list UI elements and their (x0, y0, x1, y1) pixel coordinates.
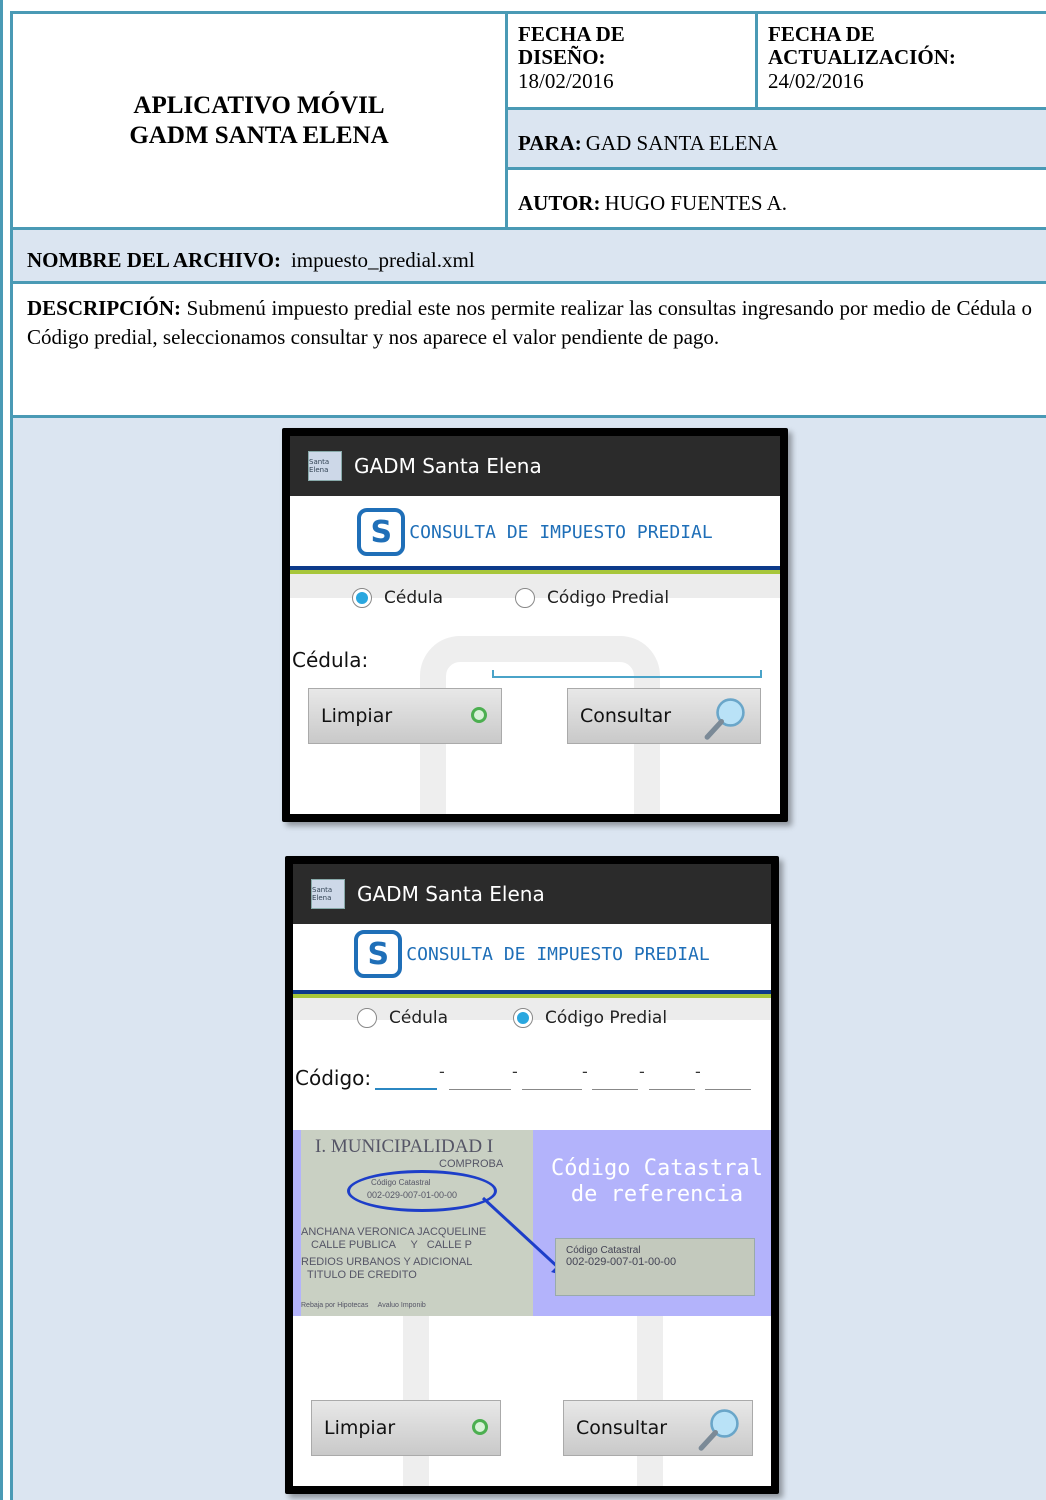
consultar-button[interactable]: Consultar (563, 1400, 753, 1456)
radio-codigo-predial[interactable]: Código Predial (515, 588, 669, 608)
doc-name: ANCHANA VERONICA JACQUELINE (301, 1226, 487, 1238)
codigo-segment-6[interactable] (705, 1080, 751, 1090)
para-cell: PARA: GAD SANTA ELENA (505, 107, 1046, 170)
app-screen: Santa Elena GADM Santa Elena S CONSULTA … (290, 436, 780, 814)
design-date-label-1: FECHA DE (518, 22, 625, 46)
refresh-icon (471, 707, 487, 723)
codigo-segment-3[interactable] (522, 1080, 582, 1090)
app-title: GADM Santa Elena (354, 454, 542, 478)
codigo-segment-4[interactable] (592, 1080, 638, 1090)
codigo-separator: - (512, 1062, 518, 1081)
title-line-1: APLICATIVO MÓVIL (133, 91, 385, 119)
search-mode-radios: Cédula Código Predial (293, 1003, 771, 1033)
consultar-button-label: Consultar (576, 1417, 668, 1439)
codigo-separator: - (439, 1062, 445, 1081)
radio-codigo-label: Código Predial (545, 1008, 668, 1028)
refresh-icon (472, 1419, 488, 1435)
banner-text: CONSULTA DE IMPUESTO PREDIAL (406, 943, 710, 965)
s-logo-icon: S (357, 508, 406, 556)
banner-stripe (293, 990, 771, 998)
reference-title-line-2: de referencia (570, 1182, 744, 1207)
doc-street: CALLE PUBLICA Y CALLE P (311, 1239, 473, 1251)
radio-cedula-label: Cédula (384, 588, 444, 608)
description-paragraph: DESCRIPCIÓN: Submenú impuesto predial es… (27, 294, 1032, 352)
para-label: PARA: (518, 131, 582, 155)
description-cell: DESCRIPCIÓN: Submenú impuesto predial es… (10, 281, 1046, 418)
consulta-banner: S CONSULTA DE IMPUESTO PREDIAL (293, 922, 771, 986)
doc-subheading: COMPROBA (439, 1158, 504, 1170)
filename-value: impuesto_predial.xml (290, 248, 475, 272)
codigo-segment-2[interactable] (449, 1080, 511, 1090)
update-date-label-1: FECHA DE (768, 22, 875, 46)
para-value: GAD SANTA ELENA (585, 131, 778, 155)
autor-label: AUTOR: (518, 191, 601, 215)
design-date-label-2: DISEÑO: (518, 45, 606, 69)
design-date-cell: FECHA DE DISEÑO: 18/02/2016 (505, 11, 758, 110)
update-date-label-2: ACTUALIZACIÓN: (768, 45, 956, 69)
update-date-cell: FECHA DE ACTUALIZACIÓN: 24/02/2016 (755, 11, 1046, 110)
s-logo-icon: S (354, 930, 403, 978)
app-screen: Santa Elena GADM Santa Elena S CONSULTA … (293, 864, 771, 1486)
banner-stripe (290, 566, 780, 574)
consultar-button[interactable]: Consultar (567, 688, 761, 744)
snippet-label: Código Catastral (566, 1245, 641, 1256)
magnifier-icon (704, 698, 745, 740)
title-line-2: GADM SANTA ELENA (129, 121, 389, 149)
reference-title-line-1: Código Catastral (551, 1156, 763, 1181)
codigo-field-label: Código: (295, 1066, 372, 1090)
consultar-button-label: Consultar (580, 705, 672, 727)
filename-cell: NOMBRE DEL ARCHIVO: impuesto_predial.xml (10, 227, 1046, 284)
autor-cell: AUTOR: HUGO FUENTES A. (505, 167, 1046, 230)
cedula-input[interactable] (492, 668, 762, 678)
document-sheet: APLICATIVO MÓVIL GADM SANTA ELENA FECHA … (0, 0, 1046, 1500)
app-icon: Santa Elena (311, 879, 345, 909)
doc-footer: Rebaja por Hipotecas Avaluo Imponib (301, 1302, 426, 1309)
app-bar: Santa Elena GADM Santa Elena (290, 436, 780, 496)
codigo-separator: - (695, 1062, 701, 1081)
consulta-banner: S CONSULTA DE IMPUESTO PREDIAL (290, 500, 780, 564)
description-label: DESCRIPCIÓN: (27, 296, 182, 320)
update-date-value: 24/02/2016 (768, 69, 864, 93)
radio-selected-icon (352, 588, 372, 608)
app-icon: Santa Elena (308, 451, 342, 481)
codigo-segment-1[interactable] (375, 1080, 437, 1090)
banner-text: CONSULTA DE IMPUESTO PREDIAL (409, 521, 713, 543)
radio-unselected-icon (357, 1008, 377, 1028)
clear-button-label: Limpiar (321, 705, 393, 727)
codigo-catastral-reference-image: I. MUNICIPALIDAD I COMPROBA Código Catas… (293, 1130, 771, 1316)
app-bar: Santa Elena GADM Santa Elena (293, 864, 771, 924)
app-title: GADM Santa Elena (357, 882, 545, 906)
cedula-field-label: Cédula: (292, 648, 369, 672)
radio-selected-icon (513, 1008, 533, 1028)
document-title: APLICATIVO MÓVIL GADM SANTA ELENA (10, 11, 508, 230)
codigo-separator: - (639, 1062, 645, 1081)
doc-code: 002-029-007-01-00-00 (367, 1190, 458, 1200)
clear-button[interactable]: Limpiar (308, 688, 502, 744)
codigo-segment-5[interactable] (649, 1080, 695, 1090)
clear-button-label: Limpiar (324, 1417, 396, 1439)
radio-unselected-icon (515, 588, 535, 608)
radio-cedula[interactable]: Cédula (352, 588, 443, 608)
doc-line-4: TITULO DE CREDITO (307, 1269, 417, 1281)
radio-codigo-label: Código Predial (547, 588, 670, 608)
radio-cedula[interactable]: Cédula (357, 1008, 448, 1028)
radio-cedula-label: Cédula (389, 1008, 449, 1028)
reference-title: Código Catastral de referencia (541, 1156, 771, 1208)
doc-line-3: REDIOS URBANOS Y ADICIONAL (301, 1256, 473, 1268)
design-date-value: 18/02/2016 (518, 69, 614, 93)
clear-button[interactable]: Limpiar (311, 1400, 501, 1456)
autor-value: HUGO FUENTES A. (604, 191, 788, 215)
phone-screenshot-cedula: Santa Elena GADM Santa Elena S CONSULTA … (282, 428, 788, 822)
reference-code-snippet: Código Catastral 002-029-007-01-00-00 (555, 1238, 755, 1296)
doc-heading: I. MUNICIPALIDAD I (315, 1136, 494, 1157)
codigo-separator: - (582, 1062, 588, 1081)
magnifier-icon (698, 1409, 739, 1451)
radio-codigo-predial[interactable]: Código Predial (513, 1008, 667, 1028)
snippet-code: 002-029-007-01-00-00 (566, 1256, 677, 1268)
filename-label: NOMBRE DEL ARCHIVO: (27, 248, 281, 272)
search-mode-radios: Cédula Código Predial (290, 583, 780, 613)
doc-code-label: Código Catastral (371, 1178, 431, 1187)
phone-screenshot-codigo: Santa Elena GADM Santa Elena S CONSULTA … (285, 856, 779, 1494)
